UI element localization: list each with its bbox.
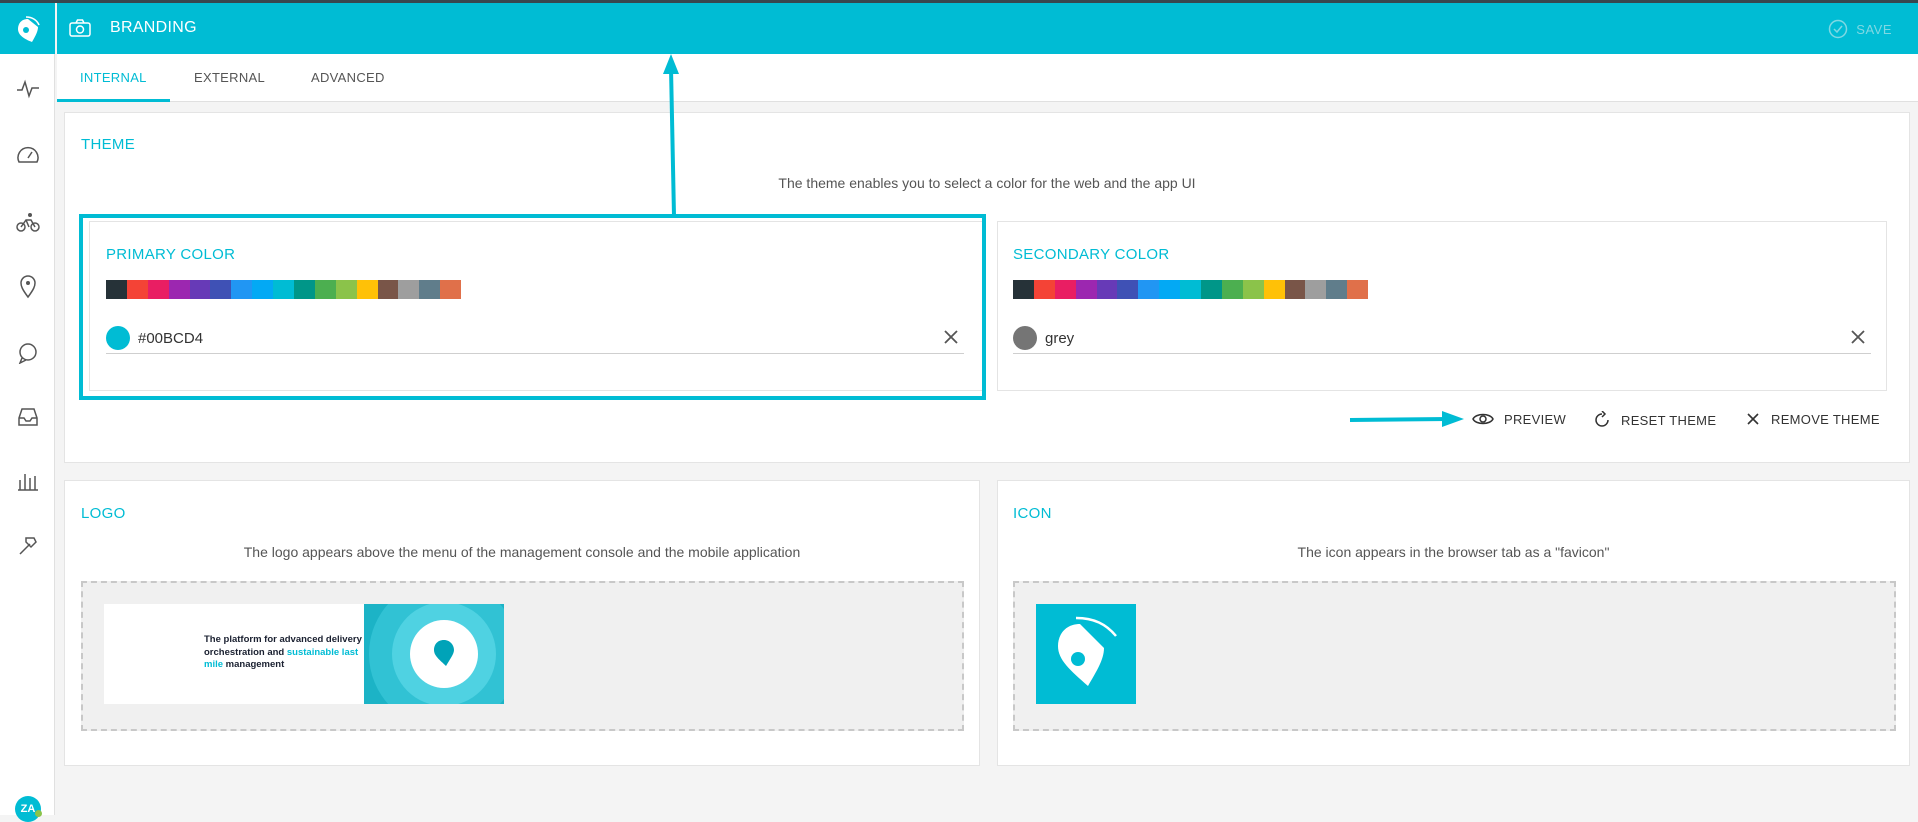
- palette-swatch[interactable]: [1159, 280, 1181, 299]
- save-button[interactable]: SAVE: [1828, 19, 1892, 39]
- app-logo[interactable]: [0, 3, 55, 54]
- primary-color-palette[interactable]: [106, 280, 462, 299]
- reset-theme-button[interactable]: RESET THEME: [1593, 411, 1716, 429]
- palette-swatch[interactable]: [168, 280, 190, 299]
- palette-swatch[interactable]: [377, 280, 399, 299]
- palette-swatch[interactable]: [1096, 280, 1118, 299]
- check-circle-icon: [1829, 19, 1848, 39]
- palette-swatch[interactable]: [1347, 280, 1369, 299]
- logo-banner-image: The platform for advanced delivery orche…: [104, 604, 504, 704]
- favicon-preview: [1036, 604, 1136, 704]
- logo-banner-text: The platform for advanced delivery orche…: [204, 634, 362, 670]
- palette-swatch[interactable]: [147, 280, 169, 299]
- preview-label: PREVIEW: [1504, 411, 1567, 427]
- close-icon: [1747, 413, 1759, 425]
- palette-swatch[interactable]: [335, 280, 357, 299]
- save-label: SAVE: [1856, 21, 1892, 37]
- palette-swatch[interactable]: [1305, 280, 1327, 299]
- secondary-color-dot: [1013, 326, 1037, 350]
- theme-title: THEME: [81, 136, 135, 153]
- location-pin-icon[interactable]: [14, 273, 42, 301]
- annotation-arrow-up: [663, 54, 679, 217]
- primary-color-field[interactable]: #00BCD4: [106, 324, 964, 354]
- palette-swatch[interactable]: [126, 280, 148, 299]
- remove-theme-button[interactable]: REMOVE THEME: [1745, 411, 1880, 427]
- activity-icon[interactable]: [14, 75, 42, 103]
- palette-swatch[interactable]: [1075, 280, 1097, 299]
- palette-swatch[interactable]: [1033, 280, 1055, 299]
- logo-description: The logo appears above the menu of the m…: [243, 544, 801, 560]
- hammer-tools-icon[interactable]: [14, 531, 42, 559]
- primary-color-dot: [106, 326, 130, 350]
- palette-swatch[interactable]: [1054, 280, 1076, 299]
- icon-dropzone[interactable]: [1013, 581, 1896, 731]
- palette-swatch[interactable]: [1242, 280, 1264, 299]
- courier-bike-icon[interactable]: [14, 208, 42, 236]
- user-avatar[interactable]: ZA: [15, 796, 41, 822]
- clear-secondary-icon[interactable]: [1849, 328, 1867, 351]
- refresh-icon: [1595, 411, 1609, 427]
- primary-color-value: #00BCD4: [138, 330, 204, 347]
- tab-internal[interactable]: INTERNAL: [80, 70, 147, 85]
- palette-swatch[interactable]: [356, 280, 378, 299]
- eye-icon: [1472, 413, 1494, 425]
- dashboard-gauge-icon[interactable]: [14, 142, 42, 170]
- remove-theme-label: REMOVE THEME: [1771, 411, 1880, 427]
- chat-icon[interactable]: [14, 339, 42, 367]
- annotation-arrow-right: [1349, 411, 1464, 427]
- preview-button[interactable]: PREVIEW: [1472, 411, 1566, 427]
- palette-swatch[interactable]: [210, 280, 232, 299]
- primary-color-highlight-box: [79, 214, 986, 400]
- palette-swatch[interactable]: [314, 280, 336, 299]
- palette-swatch[interactable]: [106, 280, 127, 299]
- tab-external[interactable]: EXTERNAL: [194, 70, 265, 85]
- palette-swatch[interactable]: [1201, 280, 1222, 299]
- palette-swatch[interactable]: [189, 280, 211, 299]
- palette-swatch[interactable]: [1180, 280, 1202, 299]
- icon-title: ICON: [1013, 505, 1052, 522]
- bar-chart-icon[interactable]: [14, 467, 42, 495]
- page-title: BRANDING: [110, 19, 197, 36]
- inbox-icon[interactable]: [14, 403, 42, 431]
- logo-title: LOGO: [81, 505, 126, 522]
- palette-swatch[interactable]: [1138, 280, 1160, 299]
- secondary-color-label: SECONDARY COLOR: [1013, 246, 1170, 263]
- palette-swatch[interactable]: [273, 280, 295, 299]
- logo-dropzone[interactable]: The platform for advanced delivery orche…: [81, 581, 964, 731]
- palette-swatch[interactable]: [1263, 280, 1285, 299]
- favicon-pin-icon: [1058, 616, 1117, 686]
- tab-advanced[interactable]: ADVANCED: [311, 70, 385, 85]
- clear-primary-icon[interactable]: [942, 328, 960, 351]
- icon-description: The icon appears in the browser tab as a…: [1297, 544, 1610, 560]
- palette-swatch[interactable]: [440, 280, 462, 299]
- secondary-color-palette[interactable]: [1013, 280, 1369, 299]
- palette-swatch[interactable]: [398, 280, 420, 299]
- sidebar: ZA: [0, 3, 55, 822]
- camera-icon: [69, 19, 91, 42]
- tab-bar: INTERNAL EXTERNAL ADVANCED: [57, 54, 1918, 102]
- palette-swatch[interactable]: [1326, 280, 1348, 299]
- page-header: BRANDING SAVE: [57, 3, 1918, 54]
- theme-description: The theme enables you to select a color …: [778, 175, 1196, 191]
- palette-swatch[interactable]: [252, 280, 274, 299]
- secondary-color-field[interactable]: grey: [1013, 324, 1871, 354]
- palette-swatch[interactable]: [294, 280, 315, 299]
- reset-theme-label: RESET THEME: [1621, 412, 1717, 428]
- primary-color-label: PRIMARY COLOR: [106, 246, 236, 263]
- secondary-color-value: grey: [1045, 330, 1075, 347]
- active-tab-indicator: [57, 99, 170, 102]
- palette-swatch[interactable]: [419, 280, 441, 299]
- palette-swatch[interactable]: [1117, 280, 1139, 299]
- online-status-dot: [35, 810, 42, 817]
- palette-swatch[interactable]: [1013, 280, 1034, 299]
- palette-swatch[interactable]: [231, 280, 253, 299]
- app-logo-icon: [17, 15, 40, 42]
- palette-swatch[interactable]: [1221, 280, 1243, 299]
- palette-swatch[interactable]: [1284, 280, 1306, 299]
